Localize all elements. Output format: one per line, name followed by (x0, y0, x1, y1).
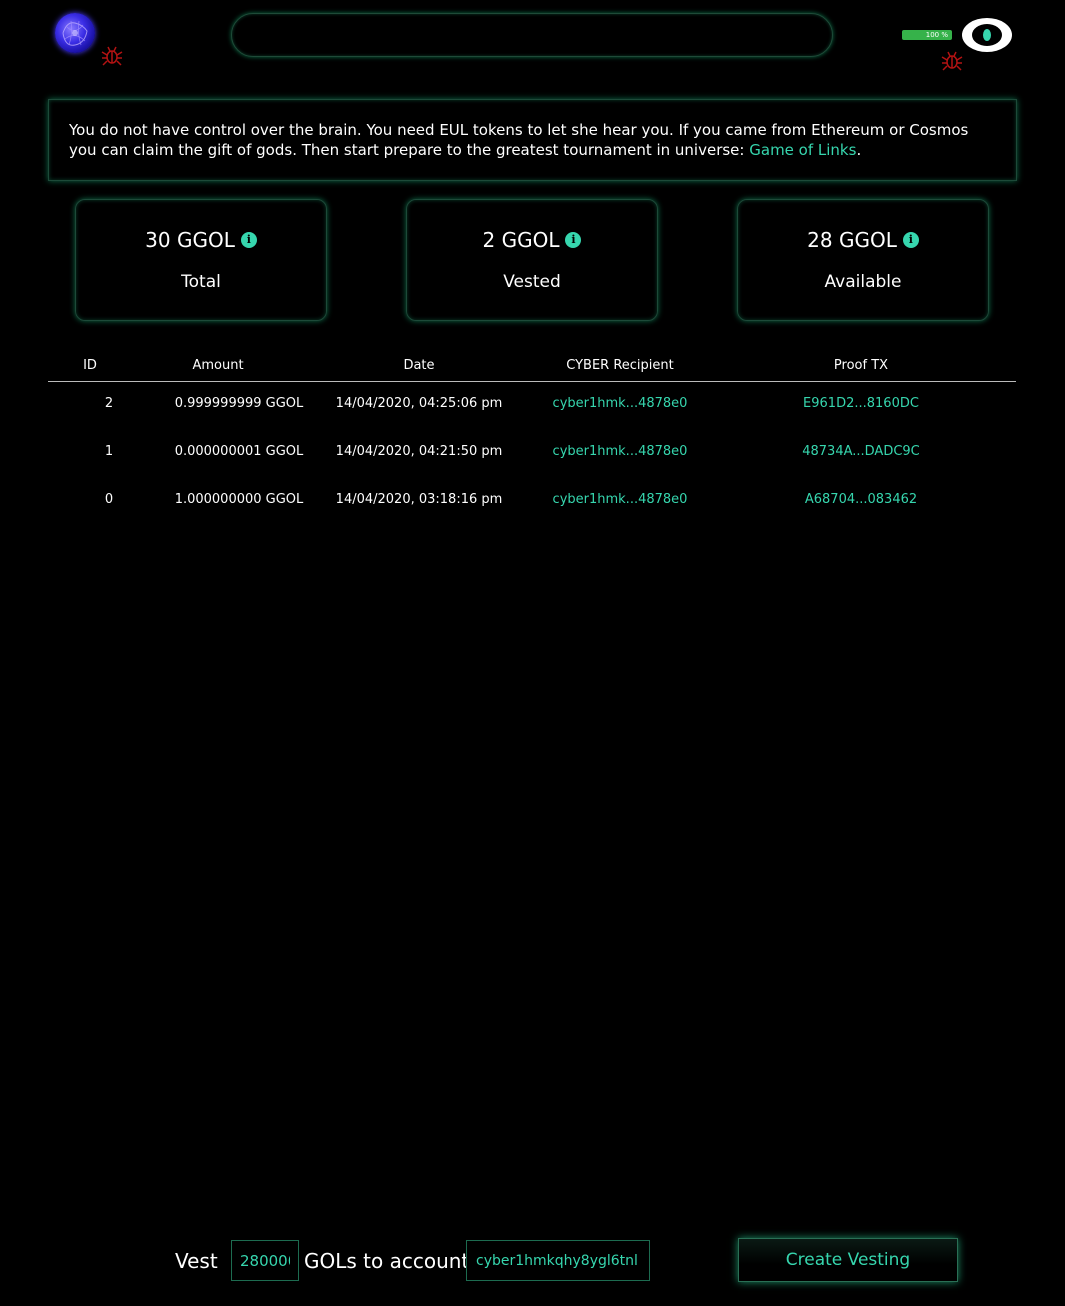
cell-recipient-link[interactable]: cyber1hmk...4878e0 (545, 396, 695, 411)
battery-label: 100 % (925, 31, 948, 39)
stat-label: Total (181, 272, 221, 292)
info-icon[interactable]: i (902, 232, 919, 248)
column-header-id: ID (83, 358, 97, 373)
info-icon[interactable]: i (565, 232, 582, 248)
column-header-date: Date (403, 358, 435, 373)
vesting-table: ID Amount Date CYBER Recipient Proof TX … (48, 352, 1016, 526)
cell-recipient-link[interactable]: cyber1hmk...4878e0 (545, 444, 695, 459)
cell-date: 14/04/2020, 03:18:16 pm (335, 492, 503, 507)
info-icon[interactable]: i (240, 232, 257, 248)
bug-icon[interactable] (101, 45, 123, 67)
stat-label: Available (824, 272, 902, 292)
cell-recipient-link[interactable]: cyber1hmk...4878e0 (545, 492, 695, 507)
cell-id: 0 (104, 492, 114, 507)
search-input[interactable] (231, 13, 833, 57)
cell-date: 14/04/2020, 04:25:06 pm (335, 396, 503, 411)
header: 100 % (0, 0, 1065, 80)
stat-label: Vested (503, 272, 561, 292)
create-vesting-button[interactable]: Create Vesting (738, 1238, 958, 1282)
info-banner: You do not have control over the brain. … (48, 99, 1017, 181)
cell-proof-link[interactable]: 48734A...DADC9C (791, 444, 931, 459)
cell-amount: 1.000000000 GGOL (174, 492, 304, 507)
stat-card-total: 30 GGOL i Total (75, 199, 327, 321)
vest-label: Vest (175, 1249, 218, 1273)
cell-id: 1 (104, 444, 114, 459)
stat-value: 2 GGOL (482, 228, 560, 252)
battery-indicator: 100 % (902, 30, 952, 40)
table-row: 2 0.999999999 GGOL 14/04/2020, 04:25:06 … (48, 382, 1016, 430)
vest-amount-input[interactable] (231, 1240, 299, 1281)
bug-icon[interactable] (941, 50, 963, 72)
table-header: ID Amount Date CYBER Recipient Proof TX (48, 352, 1016, 382)
cell-amount: 0.999999999 GGOL (174, 396, 304, 411)
brain-logo-icon[interactable] (55, 13, 95, 53)
stat-value: 30 GGOL (145, 228, 235, 252)
game-of-links-link[interactable]: Game of Links (749, 141, 856, 159)
stat-value: 28 GGOL (807, 228, 897, 252)
column-header-proof: Proof TX (833, 358, 889, 373)
cell-id: 2 (104, 396, 114, 411)
to-account-label: GOLs to account (304, 1249, 470, 1273)
stat-card-available: 28 GGOL i Available (737, 199, 989, 321)
eye-icon[interactable] (962, 18, 1012, 52)
stat-card-vested: 2 GGOL i Vested (406, 199, 658, 321)
cell-amount: 0.000000001 GGOL (174, 444, 304, 459)
banner-suffix: . (856, 141, 862, 159)
eye-pupil (983, 29, 991, 41)
cell-date: 14/04/2020, 04:21:50 pm (335, 444, 503, 459)
account-address-input[interactable] (466, 1240, 650, 1281)
cell-proof-link[interactable]: A68704...083462 (791, 492, 931, 507)
table-row: 1 0.000000001 GGOL 14/04/2020, 04:21:50 … (48, 430, 1016, 478)
column-header-amount: Amount (192, 358, 244, 373)
table-row: 0 1.000000000 GGOL 14/04/2020, 03:18:16 … (48, 478, 1016, 526)
eye-inner (972, 24, 1002, 46)
cell-proof-link[interactable]: E961D2...8160DC (791, 396, 931, 411)
column-header-recipient: CYBER Recipient (566, 358, 674, 373)
